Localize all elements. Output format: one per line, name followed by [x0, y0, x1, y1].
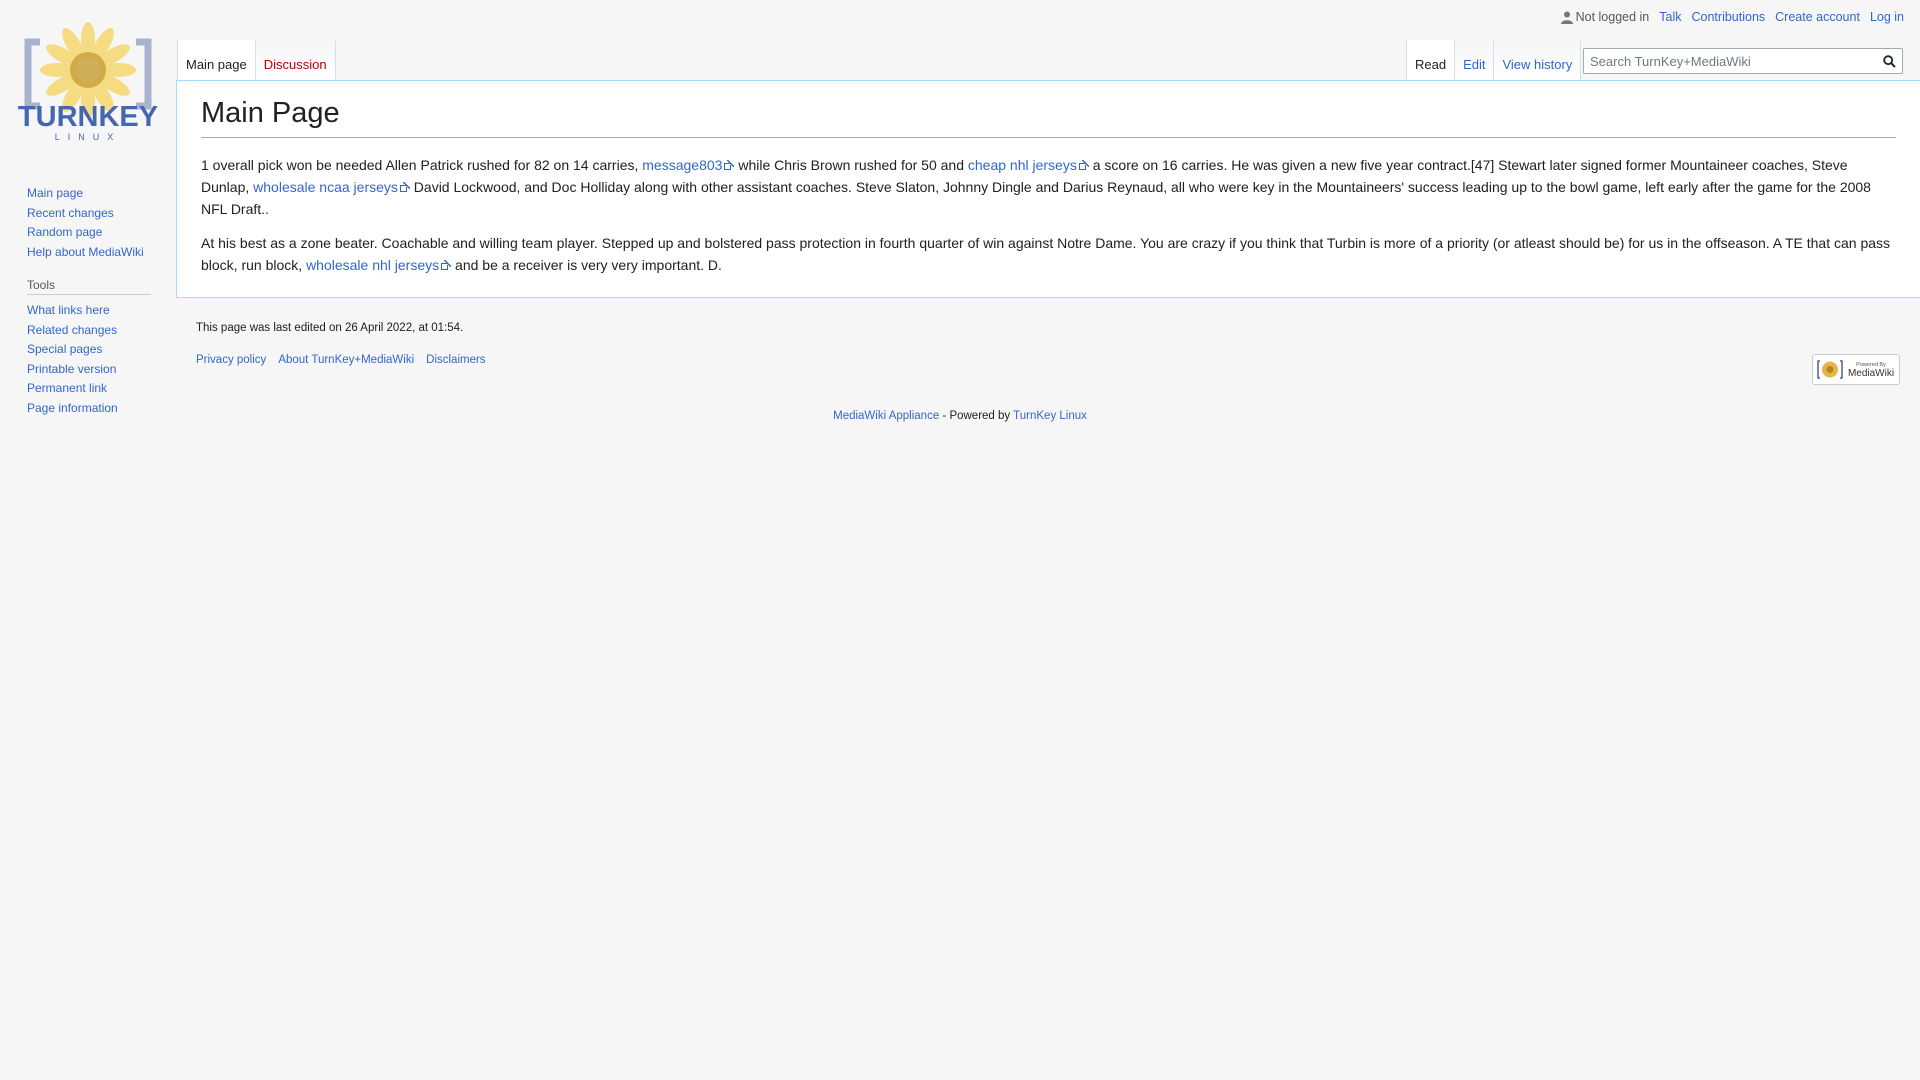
mediawiki-appliance-link[interactable]: MediaWiki Appliance — [833, 410, 939, 422]
tab-main-page[interactable]: Main page — [177, 40, 256, 80]
footer-places: Privacy policy About TurnKey+MediaWiki D… — [196, 354, 1900, 366]
sidebar-item-what-links-here[interactable]: What links here — [27, 303, 110, 317]
tab-view-history[interactable]: View history — [1494, 40, 1582, 80]
user-icon — [1560, 11, 1573, 24]
search-icon — [1882, 54, 1896, 68]
turnkey-logo-icon: TURNKEY LINUX — [18, 22, 158, 142]
cheap-nhl-jerseys-link[interactable]: cheap nhl jerseys — [968, 157, 1089, 173]
search-button[interactable] — [1876, 49, 1902, 73]
talk-link[interactable]: Talk — [1659, 10, 1681, 24]
tab-discussion-label: Discussion — [263, 57, 327, 72]
sidebar-item-printable-version[interactable]: Printable version — [27, 362, 116, 376]
powered-by-mediawiki-badge[interactable]: Powered By MediaWiki — [1812, 354, 1900, 385]
about-link[interactable]: About TurnKey+MediaWiki — [278, 354, 414, 366]
wholesale-ncaa-jerseys-link[interactable]: wholesale ncaa jerseys — [253, 179, 410, 195]
user-status: Not logged in — [1560, 10, 1650, 24]
tools-heading: Tools — [27, 278, 151, 295]
sidebar-item-random-page[interactable]: Random page — [27, 225, 102, 239]
sidebar-item-related-changes[interactable]: Related changes — [27, 323, 117, 337]
personal-tools: Not logged in Talk Contributions Create … — [1551, 10, 1904, 24]
appliance-credit: MediaWiki Appliance - Powered by TurnKey… — [0, 410, 1920, 422]
tab-main-page-label: Main page — [186, 57, 247, 72]
tab-view-history-label: View history — [1502, 57, 1573, 72]
svg-text:LINUX: LINUX — [55, 132, 122, 142]
main-content: Main Page 1 overall pick won be needed A… — [176, 80, 1920, 298]
navigation-menu: Main page Recent changes Random page Hel… — [27, 184, 147, 262]
paragraph-1-text: David Lockwood, and Doc Holliday along w… — [201, 178, 1871, 217]
footer: This page was last edited on 26 April 20… — [196, 322, 1900, 366]
sidebar-item-main-page[interactable]: Main page — [27, 186, 83, 200]
namespace-tabs: Main page Discussion — [177, 40, 336, 80]
sidebar-item-permanent-link[interactable]: Permanent link — [27, 381, 107, 395]
svg-text:MediaWiki: MediaWiki — [1848, 368, 1894, 379]
page-title: Main Page — [201, 95, 1896, 138]
turnkey-linux-link[interactable]: TurnKey Linux — [1013, 410, 1087, 422]
paragraph-1-text: while Chris Brown rushed for 50 and — [734, 156, 968, 173]
paragraph-2: At his best as a zone beater. Coachable … — [201, 232, 1896, 276]
disclaimers-link[interactable]: Disclaimers — [426, 354, 485, 366]
sidebar-item-special-pages[interactable]: Special pages — [27, 342, 102, 356]
tools-menu: What links here Related changes Special … — [27, 301, 147, 418]
privacy-policy-link[interactable]: Privacy policy — [196, 354, 266, 366]
svg-text:TURNKEY: TURNKEY — [18, 101, 158, 133]
tab-edit[interactable]: Edit — [1455, 40, 1495, 80]
create-account-link[interactable]: Create account — [1775, 10, 1860, 24]
tab-read[interactable]: Read — [1406, 40, 1456, 80]
not-logged-in-label: Not logged in — [1575, 10, 1650, 24]
wholesale-nhl-jerseys-link[interactable]: wholesale nhl jerseys — [306, 257, 451, 273]
tab-edit-label: Edit — [1463, 57, 1486, 72]
search-box — [1583, 48, 1903, 74]
paragraph-1-text: 1 overall pick won be needed Allen Patri… — [201, 156, 643, 173]
sidebar-item-recent-changes[interactable]: Recent changes — [27, 206, 114, 220]
tab-read-label: Read — [1415, 57, 1447, 72]
powered-by-text: - Powered by — [939, 410, 1014, 422]
mediawiki-logo-icon: Powered By MediaWiki — [1817, 360, 1894, 379]
log-in-link[interactable]: Log in — [1870, 10, 1904, 24]
paragraph-2-text: and be a receiver is very very important… — [451, 256, 722, 273]
search-input[interactable] — [1584, 53, 1876, 69]
view-tabs: Read Edit View history — [1406, 40, 1582, 80]
sidebar-item-help[interactable]: Help about MediaWiki — [27, 245, 144, 259]
tab-discussion[interactable]: Discussion — [255, 40, 336, 80]
last-modified: This page was last edited on 26 April 20… — [196, 322, 464, 334]
sidebar: Main page Recent changes Random page Hel… — [27, 184, 151, 418]
contributions-link[interactable]: Contributions — [1692, 10, 1766, 24]
site-logo[interactable]: TURNKEY LINUX — [18, 14, 158, 144]
paragraph-1: 1 overall pick won be needed Allen Patri… — [201, 154, 1896, 220]
message803-link[interactable]: message803 — [642, 157, 734, 173]
